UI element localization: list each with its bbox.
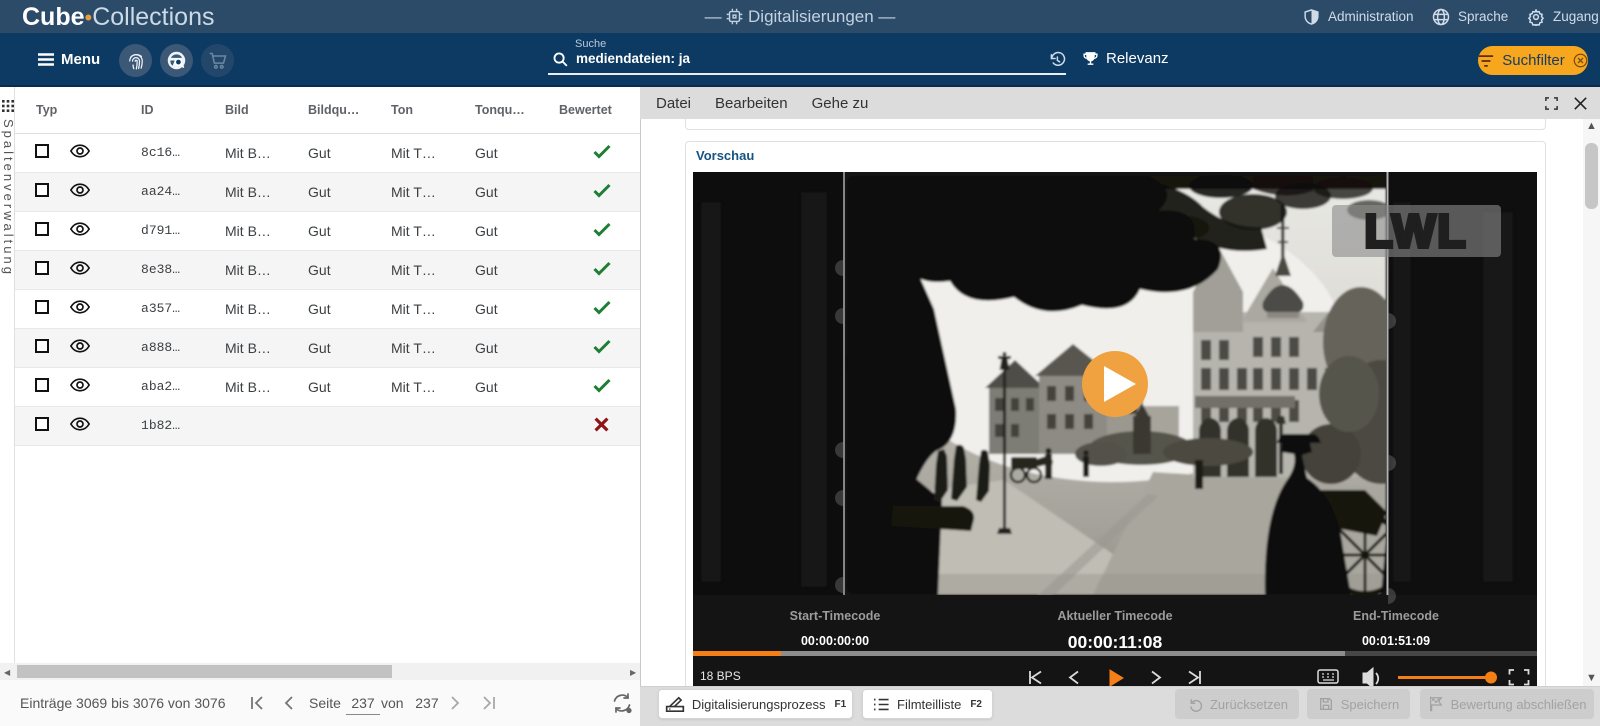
svg-text:00:00:00:00: 00:00:00:00: [801, 634, 869, 648]
svg-text:00:00:11:08: 00:00:11:08: [1068, 632, 1163, 652]
svg-text:End-Timecode: End-Timecode: [1353, 609, 1439, 623]
svg-text:00:01:51:09: 00:01:51:09: [1362, 634, 1430, 648]
svg-text:Start-Timecode: Start-Timecode: [790, 609, 881, 623]
svg-text:18 BPS: 18 BPS: [700, 669, 741, 683]
svg-text:Aktueller Timecode: Aktueller Timecode: [1057, 609, 1172, 623]
svg-text:LWL: LWL: [1364, 205, 1467, 257]
